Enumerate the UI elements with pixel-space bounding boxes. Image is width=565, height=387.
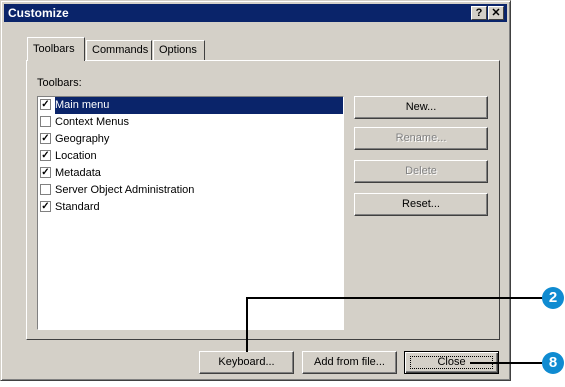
checked-checkbox[interactable]: ✓: [40, 99, 51, 110]
checked-checkbox[interactable]: ✓: [40, 167, 51, 178]
checked-checkbox[interactable]: ✓: [40, 201, 51, 212]
list-item-label: Location: [55, 150, 97, 162]
list-item[interactable]: ✓ Geography: [38, 131, 343, 148]
keyboard-button[interactable]: Keyboard...: [199, 351, 294, 374]
reset-button[interactable]: Reset...: [354, 193, 488, 216]
callout-8-badge: 8: [542, 352, 564, 374]
checked-checkbox[interactable]: ✓: [40, 133, 51, 144]
list-item-label: Geography: [55, 133, 110, 145]
list-item-label: Main menu: [55, 97, 343, 114]
checked-checkbox[interactable]: ✓: [40, 150, 51, 161]
tab-label: Toolbars: [33, 43, 75, 55]
list-item[interactable]: Server Object Administration: [38, 182, 343, 199]
list-item[interactable]: ✓ Main menu: [38, 97, 343, 114]
callout-2-leader-vertical: [246, 297, 248, 352]
tab-label: Commands: [92, 44, 149, 56]
tab-toolbars[interactable]: Toolbars: [27, 37, 85, 61]
callout-8-leader: [470, 362, 542, 364]
list-item-label: Metadata: [55, 167, 101, 179]
rename-button[interactable]: Rename...: [354, 127, 488, 150]
close-window-button[interactable]: ✕: [488, 6, 504, 20]
list-item-label: Standard: [55, 201, 100, 213]
help-button[interactable]: ?: [471, 6, 487, 20]
list-item[interactable]: ✓ Standard: [38, 199, 343, 216]
list-item[interactable]: ✓ Metadata: [38, 165, 343, 182]
callout-2-leader-horizontal: [246, 297, 543, 299]
list-item[interactable]: Context Menus: [38, 114, 343, 131]
new-button[interactable]: New...: [354, 96, 488, 119]
list-item[interactable]: ✓ Location: [38, 148, 343, 165]
title-bar[interactable]: Customize ? ✕: [4, 4, 507, 22]
toolbars-list-label: Toolbars:: [37, 77, 82, 89]
add-from-file-button[interactable]: Add from file...: [302, 351, 397, 374]
unchecked-checkbox[interactable]: [40, 184, 51, 195]
tab-label: Options: [159, 44, 197, 56]
toolbars-listbox[interactable]: ✓ Main menu Context Menus ✓ Geography ✓ Locati…: [37, 96, 344, 330]
tab-commands[interactable]: Commands: [86, 40, 152, 60]
delete-button[interactable]: Delete: [354, 160, 488, 183]
unchecked-checkbox[interactable]: [40, 116, 51, 127]
list-item-label: Server Object Administration: [55, 184, 195, 196]
dialog-title: Customize: [8, 6, 69, 20]
tab-options[interactable]: Options: [153, 40, 205, 60]
callout-2-badge: 2: [542, 287, 564, 309]
list-item-label: Context Menus: [55, 116, 129, 128]
